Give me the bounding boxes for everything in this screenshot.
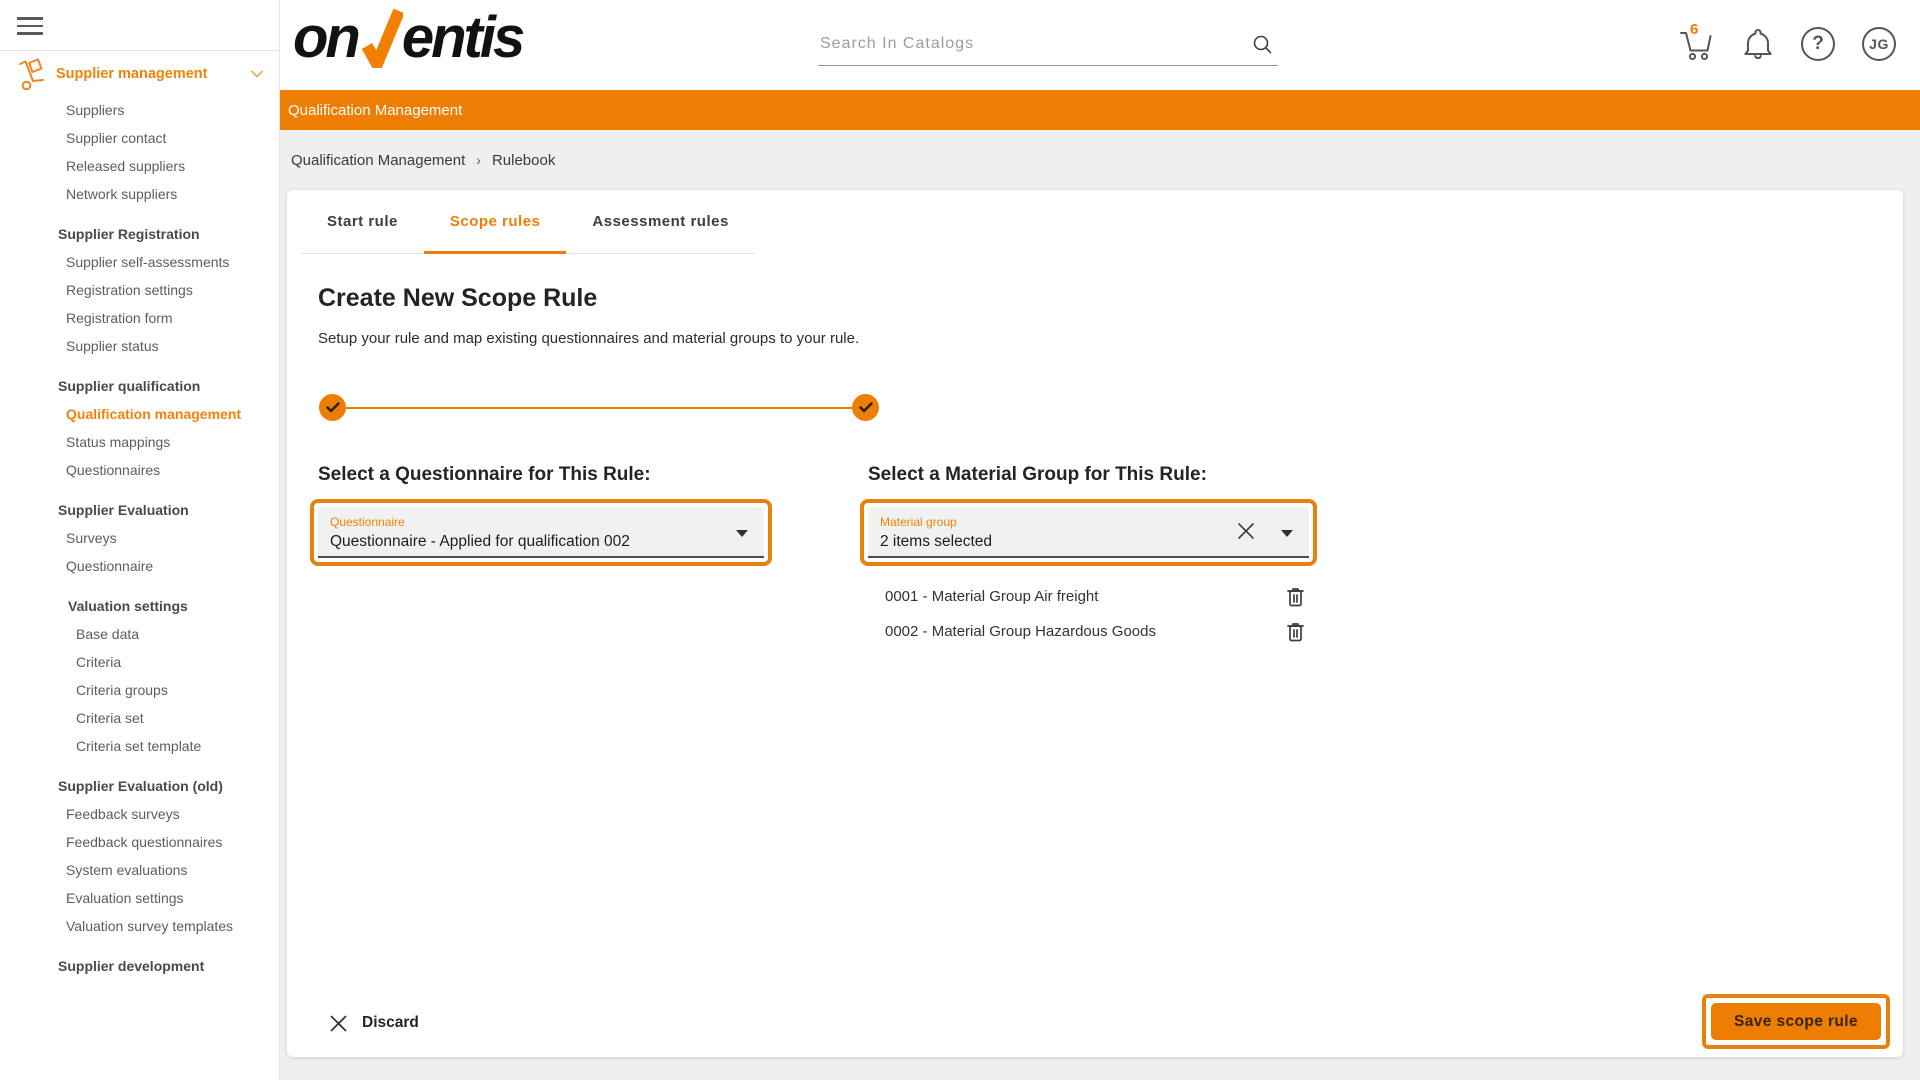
help-button[interactable]: ?: [1801, 27, 1835, 61]
sidebar-item-label: Supplier management: [56, 66, 207, 82]
hand-truck-icon: [15, 58, 47, 90]
tab-label: Start rule: [327, 213, 398, 230]
sidebar-item[interactable]: Supplier development: [0, 952, 279, 980]
onventis-logo: on entis: [293, 8, 522, 79]
discard-button[interactable]: Discard: [330, 1014, 419, 1032]
sidebar-item[interactable]: Released suppliers: [0, 152, 279, 180]
rulebook-tabs: Start rule Scope rules Assessment rules: [301, 190, 755, 254]
sidebar-item[interactable]: Valuation survey templates: [0, 912, 279, 940]
material-group-row: 0002 - Material Group Hazardous Goods: [860, 614, 1317, 649]
tab[interactable]: Scope rules: [424, 190, 567, 253]
dropdown-caret-icon[interactable]: [736, 530, 748, 537]
step-2-complete-icon: [852, 394, 879, 421]
stepper-connector: [346, 407, 852, 409]
help-icon: ?: [1812, 33, 1824, 55]
sidebar-item[interactable]: Evaluation settings: [0, 884, 279, 912]
sidebar-item[interactable]: Qualification management: [0, 400, 279, 428]
tab-label: Scope rules: [450, 213, 541, 230]
sidebar-item[interactable]: Supplier Evaluation: [0, 496, 279, 524]
user-avatar[interactable]: JG: [1862, 27, 1896, 61]
logo-check-icon: [358, 8, 402, 79]
sidebar-item[interactable]: Supplier contact: [0, 124, 279, 152]
sidebar-item[interactable]: Registration settings: [0, 276, 279, 304]
sidebar-item[interactable]: Suppliers: [0, 96, 279, 124]
questionnaire-field-value: Questionnaire - Applied for qualificatio…: [330, 533, 764, 551]
banner-title: Qualification Management: [288, 102, 462, 119]
dropdown-caret-icon[interactable]: [1281, 530, 1293, 537]
questionnaire-highlight-box: Questionnaire Questionnaire - Applied fo…: [310, 499, 772, 566]
tab[interactable]: Assessment rules: [566, 190, 754, 253]
cart-count-badge: 6: [1690, 21, 1698, 38]
sidebar-item[interactable]: Supplier self-assessments: [0, 248, 279, 276]
notifications-bell-button[interactable]: [1742, 26, 1774, 62]
sidebar-item[interactable]: Network suppliers: [0, 180, 279, 208]
sidebar-item[interactable]: Supplier Evaluation (old): [0, 772, 279, 800]
logo-text-part1: on: [293, 8, 358, 68]
discard-label: Discard: [362, 1014, 419, 1032]
save-scope-rule-button[interactable]: Save scope rule: [1711, 1003, 1881, 1040]
page-subtitle: Setup your rule and map existing questio…: [318, 330, 1903, 347]
save-highlight-box: Save scope rule: [1702, 994, 1890, 1049]
sidebar-item[interactable]: Supplier qualification: [0, 372, 279, 400]
breadcrumb-current: Rulebook: [492, 152, 555, 169]
sidebar-item[interactable]: Criteria: [0, 648, 279, 676]
catalog-search: [818, 26, 1278, 66]
progress-stepper: [319, 394, 879, 421]
delete-trash-icon[interactable]: [1286, 621, 1305, 643]
sidebar-item[interactable]: Feedback questionnaires: [0, 828, 279, 856]
sidebar-item[interactable]: Criteria groups: [0, 676, 279, 704]
material-group-row-label: 0001 - Material Group Air freight: [885, 588, 1098, 605]
questionnaire-select[interactable]: Questionnaire Questionnaire - Applied fo…: [318, 507, 764, 558]
close-icon: [330, 1015, 347, 1032]
sidebar-nav: Supplier management Suppliers Supplier c…: [0, 58, 279, 980]
sidebar-item[interactable]: Status mappings: [0, 428, 279, 456]
breadcrumb-parent[interactable]: Qualification Management: [291, 152, 465, 169]
questionnaire-heading: Select a Questionnaire for This Rule:: [318, 464, 772, 486]
sidebar-divider: [0, 50, 280, 51]
sidebar-item[interactable]: Feedback surveys: [0, 800, 279, 828]
selected-material-groups: 0001 - Material Group Air freight: [860, 579, 1317, 649]
logo-text-part2: entis: [402, 8, 522, 68]
module-banner: Qualification Management: [280, 90, 1920, 130]
material-group-select[interactable]: Material group 2 items selected: [868, 507, 1309, 558]
tab[interactable]: Start rule: [301, 190, 424, 253]
sidebar-item[interactable]: System evaluations: [0, 856, 279, 884]
rulebook-card: Start rule Scope rules Assessment rules …: [287, 190, 1903, 1057]
search-icon[interactable]: [1252, 34, 1274, 61]
sidebar-item[interactable]: Supplier status: [0, 332, 279, 360]
sidebar-item[interactable]: Surveys: [0, 524, 279, 552]
questionnaire-field-label: Questionnaire: [330, 515, 764, 529]
sidebar-item[interactable]: Criteria set template: [0, 732, 279, 760]
cart-button[interactable]: 6: [1677, 25, 1715, 63]
material-group-row-label: 0002 - Material Group Hazardous Goods: [885, 623, 1156, 640]
breadcrumb-separator-icon: ›: [476, 152, 481, 168]
sidebar-item[interactable]: Questionnaires: [0, 456, 279, 484]
sidebar-item[interactable]: Registration form: [0, 304, 279, 332]
material-group-section: Select a Material Group for This Rule: M…: [860, 464, 1317, 649]
page-title: Create New Scope Rule: [318, 284, 1903, 313]
delete-trash-icon[interactable]: [1286, 586, 1305, 608]
chevron-down-icon: [251, 66, 263, 82]
top-right-icons: 6 ? JG: [1677, 25, 1896, 63]
sidebar-item[interactable]: Criteria set: [0, 704, 279, 732]
material-group-highlight-box: Material group 2 items selected: [860, 499, 1317, 566]
sidebar-item[interactable]: Supplier Registration: [0, 220, 279, 248]
avatar-initials: JG: [1869, 36, 1889, 52]
material-group-heading: Select a Material Group for This Rule:: [868, 464, 1317, 486]
material-group-row: 0001 - Material Group Air freight: [860, 579, 1317, 614]
search-input[interactable]: [818, 26, 1238, 62]
sidebar-item-list: Suppliers Supplier contact Released supp…: [0, 96, 279, 980]
hamburger-menu-icon[interactable]: [17, 17, 43, 40]
tab-label: Assessment rules: [592, 213, 728, 230]
sidebar-item-supplier-management[interactable]: Supplier management: [0, 58, 279, 90]
sidebar-item[interactable]: Base data: [0, 620, 279, 648]
step-1-complete-icon: [319, 394, 346, 421]
clear-selection-icon[interactable]: [1233, 518, 1259, 549]
sidebar: Supplier management Suppliers Supplier c…: [0, 0, 280, 1080]
sidebar-item[interactable]: Valuation settings: [0, 592, 279, 620]
questionnaire-section: Select a Questionnaire for This Rule: Qu…: [310, 464, 772, 649]
sidebar-item[interactable]: Questionnaire: [0, 552, 279, 580]
breadcrumb: Qualification Management › Rulebook: [280, 130, 1920, 190]
top-bar: on entis 6 ?: [280, 0, 1920, 90]
